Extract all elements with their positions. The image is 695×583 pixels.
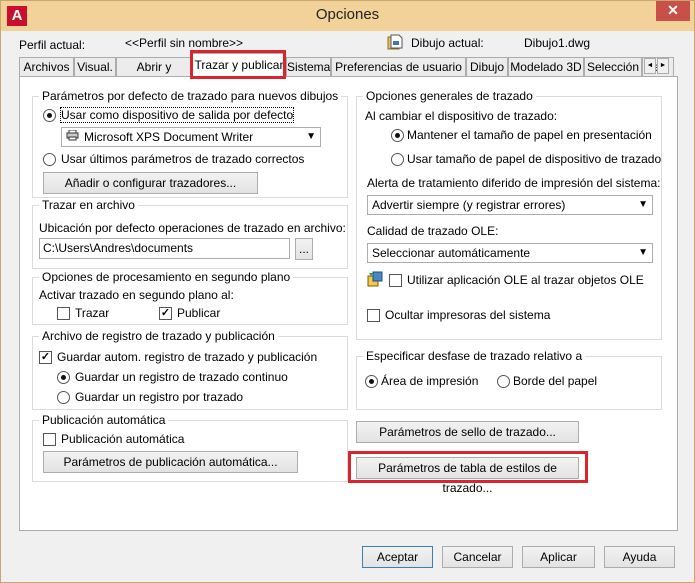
tab-preferencias[interactable]: Preferencias de usuario <box>331 57 466 76</box>
apply-button[interactable]: Aplicar <box>522 546 595 568</box>
auto-publish-label: Publicación automática <box>61 432 185 446</box>
printer-icon <box>66 128 80 146</box>
tab-sistema[interactable]: Sistema <box>286 57 331 76</box>
plot-background-checkbox[interactable] <box>57 307 70 320</box>
change-device-label: Al cambiar el dispositivo de trazado: <box>365 109 558 123</box>
background-group: Opciones de procesamiento en segundo pla… <box>32 270 348 325</box>
spool-label: Alerta de tratamiento diferido de impres… <box>367 176 661 190</box>
profile-label: Perfil actual: <box>19 38 86 52</box>
device-size-radio[interactable] <box>391 153 404 166</box>
per-plot-log-label: Guardar un registro por trazado <box>75 390 244 404</box>
drawing-file-icon <box>387 34 403 50</box>
general-title: Opciones generales de trazado <box>363 89 536 103</box>
ole-quality-select[interactable]: Seleccionar automáticamente ▼ <box>367 243 653 263</box>
background-enable-label: Activar trazado en segundo plano al: <box>39 288 234 302</box>
spool-select[interactable]: Advertir siempre (y registrar errores) ▼ <box>367 195 653 215</box>
paper-edge-label: Borde del papel <box>513 374 598 388</box>
location-label: Ubicación por defecto operaciones de tra… <box>39 221 346 235</box>
plot-stamp-button[interactable]: Parámetros de sello de trazado... <box>356 421 579 443</box>
tab-dibujo[interactable]: Dibujo <box>466 57 508 76</box>
hide-printers-checkbox[interactable] <box>367 309 380 322</box>
offset-title: Especificar desfase de trazado relativo … <box>363 349 586 363</box>
dropdown-arrow-icon: ▼ <box>638 247 648 258</box>
use-ole-label: Utilizar aplicación OLE al trazar objeto… <box>407 273 644 287</box>
drawing-value: Dibujo1.dwg <box>524 36 591 50</box>
keep-size-label: Mantener el tamaño de papel en presentac… <box>407 128 652 142</box>
hide-printers-label: Ocultar impresoras del sistema <box>385 308 551 322</box>
title-bar[interactable]: A Opciones ✕ <box>1 1 694 31</box>
printable-area-label: Área de impresión <box>381 374 479 388</box>
use-device-label: Usar como dispositivo de salida por defe… <box>59 107 295 123</box>
tab-visual[interactable]: Visual. <box>74 57 116 76</box>
dropdown-arrow-icon: ▼ <box>306 131 316 142</box>
ole-quality-label: Calidad de trazado OLE: <box>367 224 499 238</box>
tab-panel: Parámetros por defecto de trazado para n… <box>19 76 678 531</box>
publish-background-label: Publicar <box>177 306 221 320</box>
log-title: Archivo de registro de trazado y publica… <box>39 329 278 343</box>
offset-group: Especificar desfase de trazado relativo … <box>356 349 662 410</box>
window-title: Opciones <box>315 6 380 23</box>
printable-area-radio[interactable] <box>365 375 378 388</box>
help-button[interactable]: Ayuda <box>604 546 675 568</box>
use-ole-checkbox[interactable] <box>389 274 402 287</box>
plot-style-table-button[interactable]: Parámetros de tabla de estilos de trazad… <box>356 457 579 495</box>
tab-modelado-3d[interactable]: Modelado 3D <box>508 57 584 76</box>
use-last-label: Usar últimos parámetros de trazado corre… <box>61 152 305 166</box>
cancel-button[interactable]: Cancelar <box>442 546 513 568</box>
general-group: Opciones generales de trazado Al cambiar… <box>356 89 662 340</box>
plot-to-file-title: Trazar en archivo <box>39 198 138 212</box>
auto-publish-checkbox[interactable] <box>43 433 56 446</box>
browse-button[interactable]: ... <box>295 238 313 260</box>
use-device-radio[interactable] <box>43 109 56 122</box>
spool-value: Advertir siempre (y registrar errores) <box>372 198 566 212</box>
device-size-label: Usar tamaño de papel de dispositivo de t… <box>407 152 662 166</box>
ole-quality-value: Seleccionar automáticamente <box>372 246 531 260</box>
log-group: Archivo de registro de trazado y publica… <box>32 329 348 410</box>
default-plot-title: Parámetros por defecto de trazado para n… <box>39 89 342 103</box>
device-select[interactable]: Microsoft XPS Document Writer ▼ <box>61 127 321 147</box>
location-input[interactable]: C:\Users\Andres\documents <box>39 238 290 259</box>
auto-publish-title: Publicación automática <box>39 413 169 427</box>
default-plot-group: Parámetros por defecto de trazado para n… <box>32 89 348 198</box>
background-title: Opciones de procesamiento en segundo pla… <box>39 270 294 284</box>
tab-abrir-guardar[interactable]: Abrir y guardar <box>116 57 192 88</box>
per-plot-log-radio[interactable] <box>57 391 70 404</box>
add-plotters-button[interactable]: Añadir o configurar trazadores... <box>43 172 258 194</box>
publish-background-checkbox[interactable]: ✓ <box>159 307 172 320</box>
paper-edge-radio[interactable] <box>497 375 510 388</box>
tab-archivos[interactable]: Archivos <box>19 57 74 76</box>
continuous-log-radio[interactable] <box>57 371 70 384</box>
tab-trazar-publicar[interactable]: Trazar y publicar <box>192 53 286 77</box>
device-value: Microsoft XPS Document Writer <box>84 130 254 144</box>
options-dialog: A Opciones ✕ Perfil actual: <<Perfil sin… <box>0 0 695 583</box>
profile-value: <<Perfil sin nombre>> <box>125 36 244 50</box>
auto-save-log-label: Guardar autom. registro de trazado y pub… <box>57 350 318 364</box>
auto-publish-settings-button[interactable]: Parámetros de publicación automática... <box>43 451 298 473</box>
tab-scroll-left-icon[interactable]: ◄ <box>644 58 656 74</box>
ole-app-icon <box>367 271 383 287</box>
plot-background-label: Trazar <box>75 306 110 320</box>
accept-button[interactable]: Aceptar <box>362 546 433 568</box>
continuous-log-label: Guardar un registro de trazado continuo <box>75 370 288 384</box>
close-icon[interactable]: ✕ <box>656 1 690 21</box>
tab-scroll-right-icon[interactable]: ► <box>657 58 669 74</box>
plot-to-file-group: Trazar en archivo Ubicación por defecto … <box>32 198 348 269</box>
auto-save-log-checkbox[interactable]: ✓ <box>39 351 52 364</box>
tab-seleccion[interactable]: Selección <box>584 57 642 76</box>
use-last-radio[interactable] <box>43 153 56 166</box>
keep-size-radio[interactable] <box>391 129 404 142</box>
auto-publish-group: Publicación automática Publicación autom… <box>32 413 348 482</box>
dropdown-arrow-icon: ▼ <box>638 199 648 210</box>
drawing-label: Dibujo actual: <box>411 36 484 50</box>
